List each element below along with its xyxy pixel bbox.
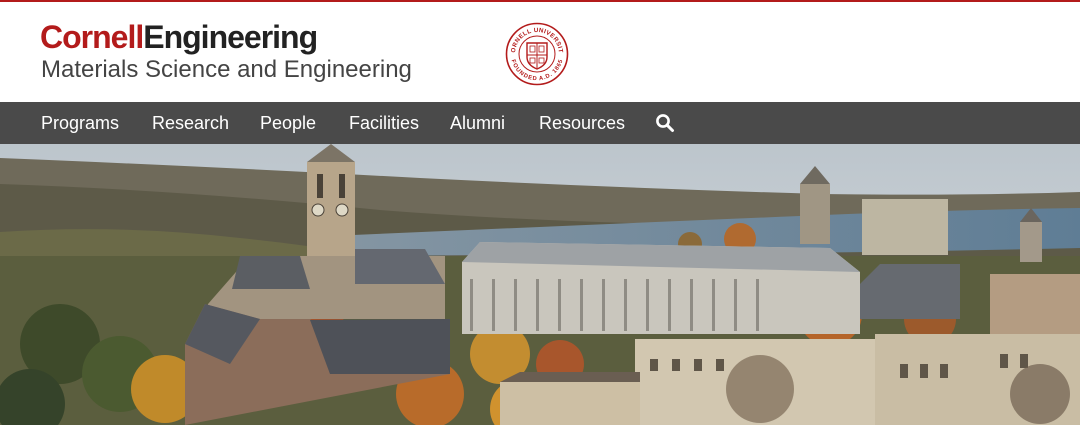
nav-item-programs[interactable]: Programs xyxy=(41,102,119,144)
nav-item-research[interactable]: Research xyxy=(152,102,229,144)
department-title[interactable]: Materials Science and Engineering xyxy=(41,56,412,84)
brand-engineering-text: Engineering xyxy=(143,19,318,55)
site-header: CornellEngineering Materials Science and… xyxy=(0,2,1080,102)
brand-cornell-text: Cornell xyxy=(40,19,144,55)
hero-campus-image xyxy=(0,144,1080,425)
campus-illustration xyxy=(0,144,1080,425)
main-navigation: Programs Research People Facilities Alum… xyxy=(0,102,1080,144)
nav-item-people[interactable]: People xyxy=(260,102,316,144)
cornell-university-seal-icon: CORNELL UNIVERSITY FOUNDED A.D. 1865 xyxy=(505,22,569,86)
nav-item-resources[interactable]: Resources xyxy=(539,102,625,144)
search-icon[interactable] xyxy=(655,113,675,133)
nav-item-alumni[interactable]: Alumni xyxy=(450,102,505,144)
cornell-engineering-logo[interactable]: CornellEngineering xyxy=(40,19,318,55)
nav-item-facilities[interactable]: Facilities xyxy=(349,102,419,144)
